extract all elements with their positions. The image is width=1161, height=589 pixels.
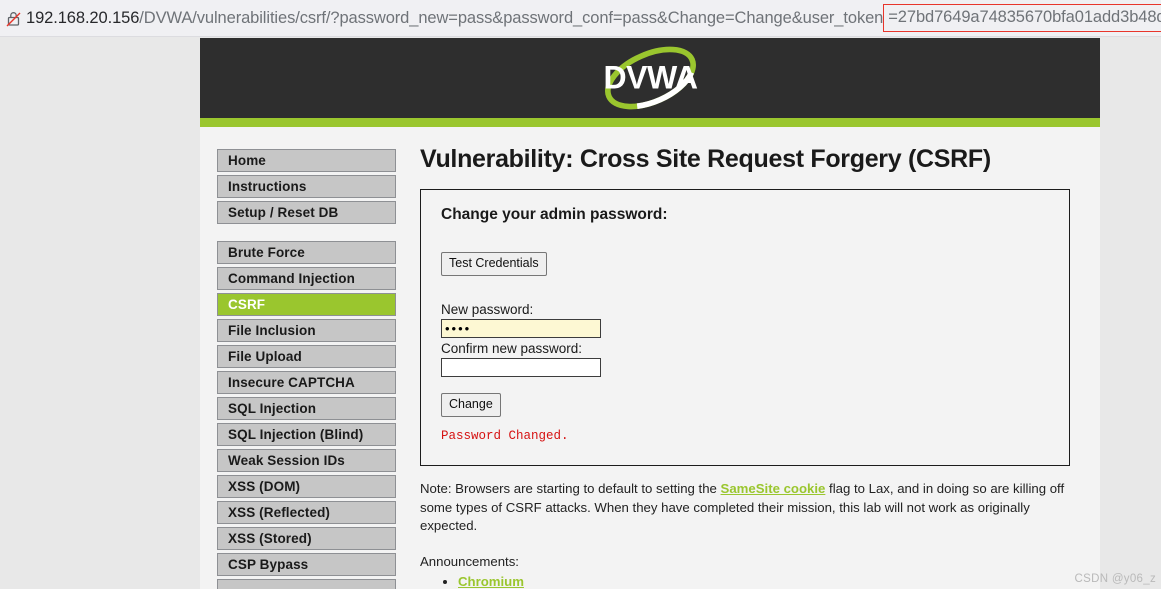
new-password-input[interactable]: ••••: [441, 319, 601, 338]
sidebar-item-xss-stored[interactable]: XSS (Stored): [217, 527, 396, 550]
url-path: /DVWA/vulnerabilities/csrf/?password_new…: [139, 8, 884, 27]
sidebar-group-vulnerabilities: Brute Force Command Injection CSRF File …: [217, 241, 396, 589]
sidebar-item-csp-bypass[interactable]: CSP Bypass: [217, 553, 396, 576]
sidebar-item-weak-session-ids[interactable]: Weak Session IDs: [217, 449, 396, 472]
sidebar-item-instructions[interactable]: Instructions: [217, 175, 396, 198]
change-button[interactable]: Change: [441, 393, 501, 417]
page-body: Home Instructions Setup / Reset DB Brute…: [200, 127, 1100, 589]
sidebar-item-sql-injection-blind[interactable]: SQL Injection (Blind): [217, 423, 396, 446]
site-header: DVWA: [200, 38, 1100, 118]
sidebar-item-file-upload[interactable]: File Upload: [217, 345, 396, 368]
sidebar-item-command-injection[interactable]: Command Injection: [217, 267, 396, 290]
sidebar-group-general: Home Instructions Setup / Reset DB: [217, 149, 396, 224]
sidebar-item-brute-force[interactable]: Brute Force: [217, 241, 396, 264]
new-password-label: New password:: [441, 302, 534, 317]
dvwa-page: DVWA Home Instructions Setup / Reset DB …: [200, 38, 1100, 589]
url-token-highlight: =27bd7649a74835670bfa01add3b48d85#: [883, 4, 1161, 32]
note-prefix: Note: Browsers are starting to default t…: [420, 481, 721, 496]
sidebar-item-file-inclusion[interactable]: File Inclusion: [217, 319, 396, 342]
insecure-lock-icon[interactable]: [0, 1, 26, 38]
svg-text:DVWA: DVWA: [603, 59, 697, 95]
announcements-list: Chromium Edge: [420, 573, 1070, 589]
page-title: Vulnerability: Cross Site Request Forger…: [420, 145, 991, 173]
sidebar-item-home[interactable]: Home: [217, 149, 396, 172]
sidebar-item-sql-injection[interactable]: SQL Injection: [217, 397, 396, 420]
browser-address-bar[interactable]: 192.168.20.156/DVWA/vulnerabilities/csrf…: [0, 0, 1161, 37]
sidebar-item-xss-reflected[interactable]: XSS (Reflected): [217, 501, 396, 524]
screenshot-root: 192.168.20.156/DVWA/vulnerabilities/csrf…: [0, 0, 1161, 589]
sidebar-item-csrf[interactable]: CSRF: [217, 293, 396, 316]
sidebar-item-partial[interactable]: [217, 579, 396, 589]
csdn-watermark: CSDN @y06_z: [1074, 573, 1156, 585]
url-text[interactable]: 192.168.20.156/DVWA/vulnerabilities/csrf…: [26, 0, 1161, 37]
main-content: Vulnerability: Cross Site Request Forger…: [396, 127, 1100, 589]
url-host: 192.168.20.156: [26, 8, 140, 27]
vulnerability-panel: Change your admin password: Test Credent…: [420, 189, 1070, 466]
new-password-group: New password: ••••: [441, 302, 1049, 338]
accent-bar: [200, 118, 1100, 127]
sidebar-item-xss-dom[interactable]: XSS (DOM): [217, 475, 396, 498]
list-item: Chromium: [458, 573, 1070, 589]
test-credentials-row: Test Credentials: [441, 252, 1049, 276]
dvwa-logo: DVWA: [603, 46, 698, 110]
test-credentials-button[interactable]: Test Credentials: [441, 252, 547, 276]
samesite-note: Note: Browsers are starting to default t…: [420, 480, 1070, 536]
status-message: Password Changed.: [441, 429, 569, 443]
confirm-password-input[interactable]: [441, 358, 601, 377]
samesite-cookie-link[interactable]: SameSite cookie: [721, 481, 826, 496]
change-row: Change: [441, 393, 1049, 417]
sidebar-item-insecure-captcha[interactable]: Insecure CAPTCHA: [217, 371, 396, 394]
new-password-value: ••••: [445, 321, 472, 336]
confirm-password-label: Confirm new password:: [441, 341, 583, 356]
form-heading: Change your admin password:: [441, 206, 668, 223]
announcement-link-chromium[interactable]: Chromium: [458, 574, 524, 589]
sidebar-item-setup-reset-db[interactable]: Setup / Reset DB: [217, 201, 396, 224]
announcements-title: Announcements:: [420, 554, 519, 570]
confirm-password-group: Confirm new password:: [441, 341, 1049, 377]
sidebar-nav: Home Instructions Setup / Reset DB Brute…: [200, 127, 396, 589]
